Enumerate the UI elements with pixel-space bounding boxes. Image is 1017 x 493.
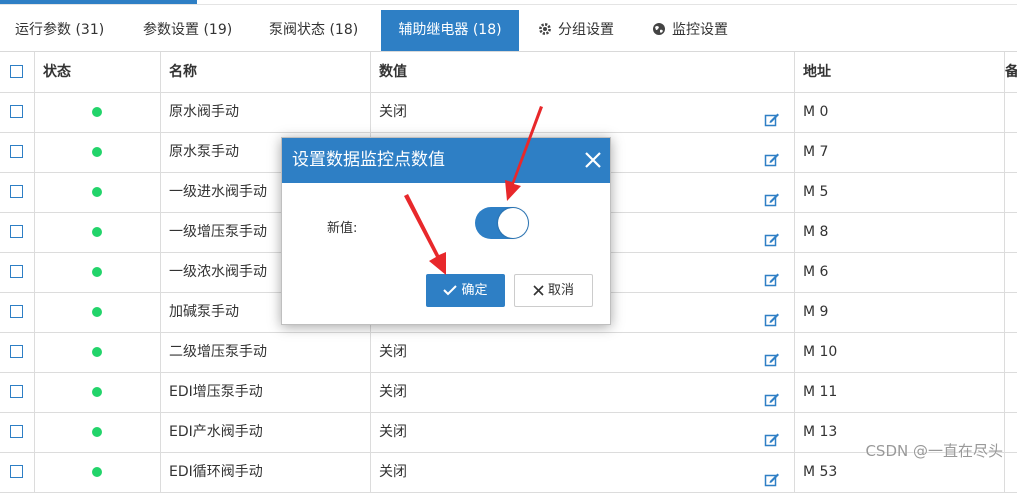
status-dot — [92, 187, 102, 197]
select-all-checkbox[interactable] — [10, 65, 23, 78]
close-icon — [533, 285, 544, 296]
cancel-button[interactable]: 取消 — [514, 274, 593, 307]
header-value[interactable]: 数值 — [371, 52, 795, 92]
tab-group-settings[interactable]: 分组设置 — [538, 10, 614, 51]
table-row[interactable]: EDI增压泵手动 关闭 M 11 — [0, 372, 1017, 413]
table-row[interactable]: 原水阀手动 关闭 M 0 — [0, 92, 1017, 133]
tab-monitor-settings[interactable]: 监控设置 — [652, 10, 728, 51]
edit-icon[interactable] — [764, 384, 780, 412]
row-checkbox[interactable] — [10, 265, 23, 278]
row-checkbox[interactable] — [10, 345, 23, 358]
status-dot — [92, 307, 102, 317]
status-dot — [92, 147, 102, 157]
tab-runtime-params[interactable]: 运行参数 (31) — [15, 10, 104, 51]
top-divider — [0, 4, 1017, 5]
row-name: EDI增压泵手动 — [161, 372, 371, 412]
close-icon[interactable] — [584, 151, 602, 173]
header-status[interactable]: 状态 — [35, 52, 161, 92]
new-value-toggle[interactable] — [475, 207, 529, 239]
row-value: 关闭 — [379, 384, 407, 400]
table-row[interactable]: 二级增压泵手动 关闭 M 10 — [0, 332, 1017, 373]
row-checkbox[interactable] — [10, 425, 23, 438]
new-value-label: 新值: — [327, 221, 358, 236]
status-dot — [92, 347, 102, 357]
edit-icon[interactable] — [764, 304, 780, 332]
dialog-title: 设置数据监控点数值 — [292, 150, 445, 170]
status-dot — [92, 427, 102, 437]
edit-icon[interactable] — [764, 184, 780, 212]
edit-icon[interactable] — [764, 144, 780, 172]
status-dot — [92, 387, 102, 397]
row-checkbox[interactable] — [10, 385, 23, 398]
row-checkbox[interactable] — [10, 185, 23, 198]
tab-param-settings[interactable]: 参数设置 (19) — [143, 10, 232, 51]
globe-icon — [653, 23, 665, 35]
row-name: 原水阀手动 — [161, 92, 371, 132]
edit-icon[interactable] — [764, 264, 780, 292]
row-checkbox[interactable] — [10, 145, 23, 158]
row-checkbox[interactable] — [10, 225, 23, 238]
row-address: M 10 — [795, 332, 1005, 372]
row-name: 二级增压泵手动 — [161, 332, 371, 372]
row-address: M 0 — [795, 92, 1005, 132]
set-value-dialog: 设置数据监控点数值 新值: 确定 取消 — [281, 137, 611, 325]
row-address: M 11 — [795, 372, 1005, 412]
row-value: 关闭 — [379, 464, 407, 480]
row-value: 关闭 — [379, 424, 407, 440]
header-name[interactable]: 名称 — [161, 52, 371, 92]
row-address: M 7 — [795, 132, 1005, 172]
row-value: 关闭 — [379, 104, 407, 120]
header-extra[interactable]: 备 — [1005, 52, 1017, 92]
tab-pump-valve-status[interactable]: 泵阀状态 (18) — [269, 10, 358, 51]
edit-icon[interactable] — [764, 224, 780, 252]
toggle-knob — [498, 208, 528, 238]
row-address: M 8 — [795, 212, 1005, 252]
row-checkbox[interactable] — [10, 105, 23, 118]
table-header-row: 状态 名称 数值 地址 备 — [0, 52, 1017, 93]
row-checkbox[interactable] — [10, 305, 23, 318]
status-dot — [92, 467, 102, 477]
tab-aux-relay[interactable]: 辅助继电器 (18) — [381, 10, 519, 51]
edit-icon[interactable] — [764, 104, 780, 132]
status-dot — [92, 267, 102, 277]
gear-icon — [539, 23, 551, 35]
edit-icon[interactable] — [764, 464, 780, 492]
row-address: M 9 — [795, 292, 1005, 332]
row-name: EDI循环阀手动 — [161, 452, 371, 492]
dialog-header: 设置数据监控点数值 — [282, 138, 610, 183]
tab-bar: 运行参数 (31) 参数设置 (19) 泵阀状态 (18) 辅助继电器 (18)… — [0, 10, 1017, 52]
edit-icon[interactable] — [764, 424, 780, 452]
header-address[interactable]: 地址 — [795, 52, 1005, 92]
row-name: EDI产水阀手动 — [161, 412, 371, 452]
status-dot — [92, 227, 102, 237]
row-address: M 5 — [795, 172, 1005, 212]
confirm-button[interactable]: 确定 — [426, 274, 505, 307]
check-icon — [443, 285, 458, 296]
row-address: M 6 — [795, 252, 1005, 292]
watermark: CSDN @一直在尽头 — [865, 442, 1003, 460]
status-dot — [92, 107, 102, 117]
edit-icon[interactable] — [764, 344, 780, 372]
row-value: 关闭 — [379, 344, 407, 360]
row-checkbox[interactable] — [10, 465, 23, 478]
